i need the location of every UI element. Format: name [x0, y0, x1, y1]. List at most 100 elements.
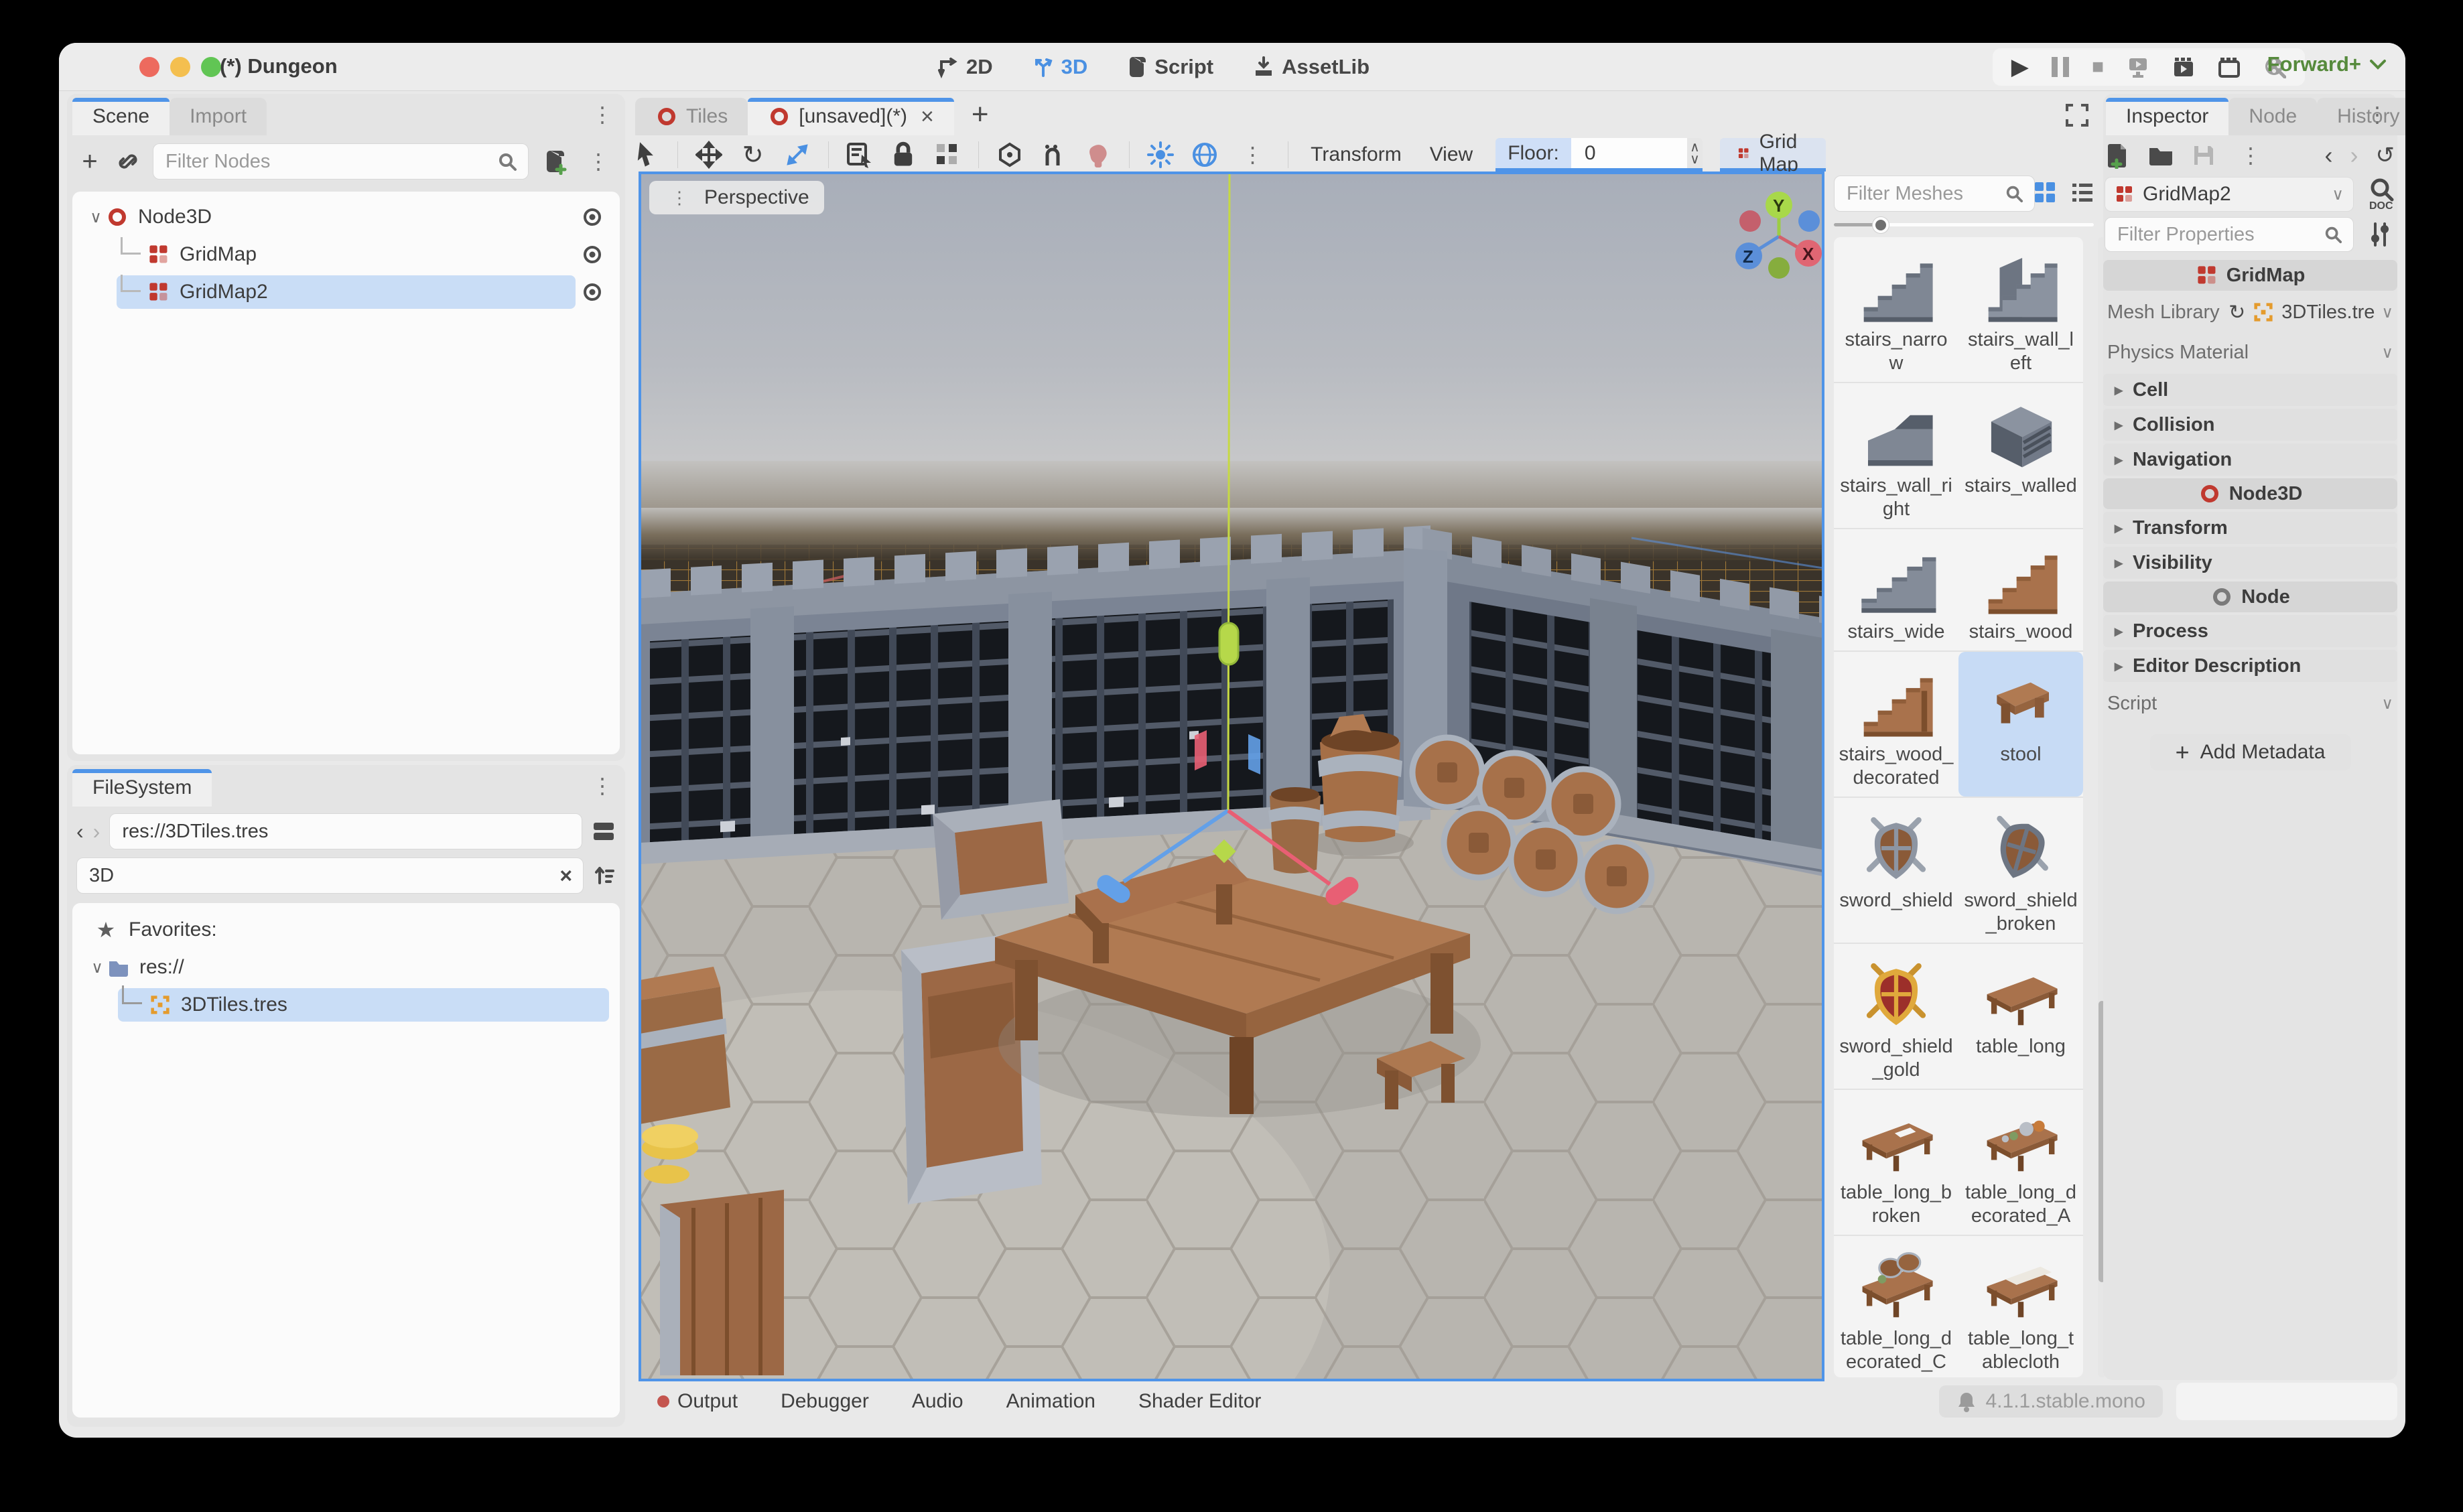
- pause-button[interactable]: [2052, 57, 2069, 77]
- filesystem-row-3dtilestres[interactable]: 3DTiles.tres: [76, 986, 616, 1024]
- scene-tab-tiles[interactable]: Tiles: [635, 98, 748, 135]
- zoom-window-button[interactable]: [201, 57, 221, 77]
- version-info[interactable]: 4.1.1.stable.mono: [1939, 1385, 2164, 1418]
- filter-properties-input[interactable]: [2116, 223, 2324, 247]
- inspector-group-collision[interactable]: ▸Collision: [2103, 409, 2397, 441]
- scene-dock-menu-icon[interactable]: ⋮: [585, 102, 620, 127]
- save-resource-icon[interactable]: [2192, 143, 2216, 167]
- mesh-item-sword_shield_gold[interactable]: sword_shield_gold: [1834, 944, 1958, 1089]
- tab-import[interactable]: Import: [170, 98, 267, 135]
- add-node-button[interactable]: +: [76, 147, 103, 176]
- group-selected-icon[interactable]: [934, 140, 961, 169]
- inspector-class-header-node3d[interactable]: Node3D: [2103, 478, 2397, 509]
- open-docs-icon[interactable]: DOC: [2367, 177, 2396, 210]
- sun-environment-menu-icon[interactable]: ⋮: [1236, 142, 1270, 167]
- floor-value[interactable]: 0: [1571, 138, 1688, 168]
- inspector-group-visibility[interactable]: ▸Visibility: [2103, 547, 2397, 579]
- reload-icon[interactable]: ↻: [2228, 301, 2245, 324]
- filesystem-row-res[interactable]: ∨res://: [76, 949, 616, 986]
- sort-files-icon[interactable]: [593, 864, 616, 887]
- current-path-input[interactable]: [121, 820, 571, 843]
- play-remote-button[interactable]: [2127, 56, 2149, 78]
- visibility-icon[interactable]: [581, 243, 604, 266]
- property-tools-icon[interactable]: [2367, 221, 2393, 248]
- inspector-class-header-node[interactable]: Node: [2103, 581, 2397, 612]
- list-select-tool-icon[interactable]: [846, 140, 872, 169]
- preview-sunlight-icon[interactable]: [1147, 140, 1174, 169]
- list-view-icon[interactable]: [2070, 180, 2095, 205]
- inspector-property-mesh-library[interactable]: Mesh Library↻3DTiles.tre∨: [2103, 293, 2397, 331]
- add-metadata-button[interactable]: +Add Metadata: [2150, 734, 2351, 770]
- filesystem-search-input[interactable]: [88, 864, 559, 888]
- inspector-group-cell[interactable]: ▸Cell: [2103, 374, 2397, 406]
- tab-node[interactable]: Node: [2228, 98, 2317, 135]
- history-forward-icon[interactable]: ›: [2350, 141, 2358, 169]
- mesh-item-stairs_wide[interactable]: stairs_wide: [1834, 529, 1958, 650]
- scene-tree-menu-icon[interactable]: ⋮: [581, 149, 616, 174]
- filesystem-menu-icon[interactable]: ⋮: [585, 773, 620, 799]
- filesystem-row-favorites[interactable]: ★Favorites:: [76, 911, 616, 949]
- inspector-group-transform[interactable]: ▸Transform: [2103, 512, 2397, 544]
- mesh-item-table_long_decorated_A[interactable]: table_long_decorated_A: [1958, 1090, 2083, 1235]
- visibility-icon[interactable]: [581, 206, 604, 228]
- mesh-item-stairs_walled[interactable]: stairs_walled: [1958, 383, 2083, 528]
- preview-environment-icon[interactable]: [1191, 140, 1218, 169]
- scene-tree-row-gridmap2[interactable]: GridMap2: [76, 273, 616, 311]
- scale-tool-icon[interactable]: [784, 140, 811, 169]
- workspace-tab-script[interactable]: Script: [1126, 55, 1213, 79]
- filter-nodes-input[interactable]: [164, 150, 497, 174]
- inspector-class-header-gridmap[interactable]: GridMap: [2103, 260, 2397, 291]
- edit-history-icon[interactable]: ↺: [2376, 142, 2395, 169]
- mesh-item-table_long_broken[interactable]: table_long_broken: [1834, 1090, 1958, 1235]
- workspace-tab-2d[interactable]: 2D: [937, 55, 993, 79]
- nav-forward-icon[interactable]: ›: [93, 819, 101, 844]
- collapse-arrow-icon[interactable]: ∨: [87, 958, 107, 977]
- mesh-item-stairs_wood[interactable]: stairs_wood: [1958, 529, 2083, 650]
- filter-meshes-input[interactable]: [1845, 182, 2005, 206]
- inspector-group-editor-description[interactable]: ▸Editor Description: [2103, 650, 2397, 682]
- renderer-select[interactable]: Forward+: [2267, 52, 2387, 76]
- local-space-icon[interactable]: [1041, 140, 1067, 169]
- bottom-tab-audio[interactable]: Audio: [912, 1390, 963, 1413]
- bottom-tab-debugger[interactable]: Debugger: [781, 1390, 869, 1413]
- close-window-button[interactable]: [139, 57, 159, 77]
- nav-back-icon[interactable]: ‹: [76, 819, 84, 844]
- workspace-tab-3d[interactable]: 3D: [1032, 55, 1088, 79]
- slider-knob[interactable]: [1873, 217, 1889, 233]
- property-value[interactable]: 3DTiles.tre: [2281, 301, 2375, 324]
- thumbnail-view-icon[interactable]: [2032, 180, 2058, 205]
- inspector-menu-icon[interactable]: ⋮: [2360, 102, 2395, 127]
- scene-tree-row-gridmap[interactable]: GridMap: [76, 236, 616, 273]
- inspector-group-navigation[interactable]: ▸Navigation: [2103, 443, 2397, 476]
- attach-script-icon[interactable]: [542, 148, 568, 175]
- mesh-item-stairs_wall_left[interactable]: stairs_wall_left: [1958, 237, 2083, 382]
- play-button[interactable]: ▶: [2011, 54, 2029, 80]
- workspace-tab-assetlib[interactable]: AssetLib: [1252, 55, 1370, 79]
- floor-stepper[interactable]: ∧∨: [1687, 138, 1702, 168]
- load-resource-icon[interactable]: [2147, 144, 2174, 167]
- toggle-split-mode-icon[interactable]: [592, 819, 616, 843]
- collapse-arrow-icon[interactable]: ∨: [86, 208, 106, 227]
- mesh-item-sword_shield_broken[interactable]: sword_shield_broken: [1958, 798, 2083, 943]
- mesh-item-stool[interactable]: stool: [1958, 652, 2083, 797]
- tab-scene[interactable]: Scene: [72, 98, 170, 135]
- mesh-item-table_long_decorated_C[interactable]: table_long_decorated_C: [1834, 1236, 1958, 1377]
- gridmap-menu-button[interactable]: Grid Map: [1720, 138, 1826, 171]
- mesh-item-sword_shield[interactable]: sword_shield: [1834, 798, 1958, 943]
- lock-selected-icon[interactable]: [890, 140, 917, 169]
- edited-object-selector[interactable]: GridMap2 ∨: [2105, 177, 2354, 212]
- new-scene-tab-button[interactable]: +: [954, 98, 1006, 131]
- tab-inspector[interactable]: Inspector: [2106, 98, 2228, 135]
- rotate-tool-icon[interactable]: ↻: [740, 140, 767, 169]
- paint-tool-icon[interactable]: [1085, 140, 1112, 169]
- play-custom-scene-button[interactable]: [2218, 56, 2241, 78]
- mesh-item-table_long_tablecloth[interactable]: table_long_tablecloth: [1958, 1236, 2083, 1377]
- close-icon[interactable]: ×: [921, 104, 934, 130]
- instance-scene-icon[interactable]: [117, 150, 139, 173]
- stop-button[interactable]: ■: [2092, 56, 2104, 78]
- inspector-property-physics-material[interactable]: Physics Material∨: [2103, 334, 2397, 371]
- history-back-icon[interactable]: ‹: [2325, 141, 2333, 169]
- perspective-menu[interactable]: ⋮ Perspective: [649, 181, 824, 214]
- move-tool-icon[interactable]: [695, 140, 722, 169]
- play-scene-button[interactable]: [2172, 56, 2195, 78]
